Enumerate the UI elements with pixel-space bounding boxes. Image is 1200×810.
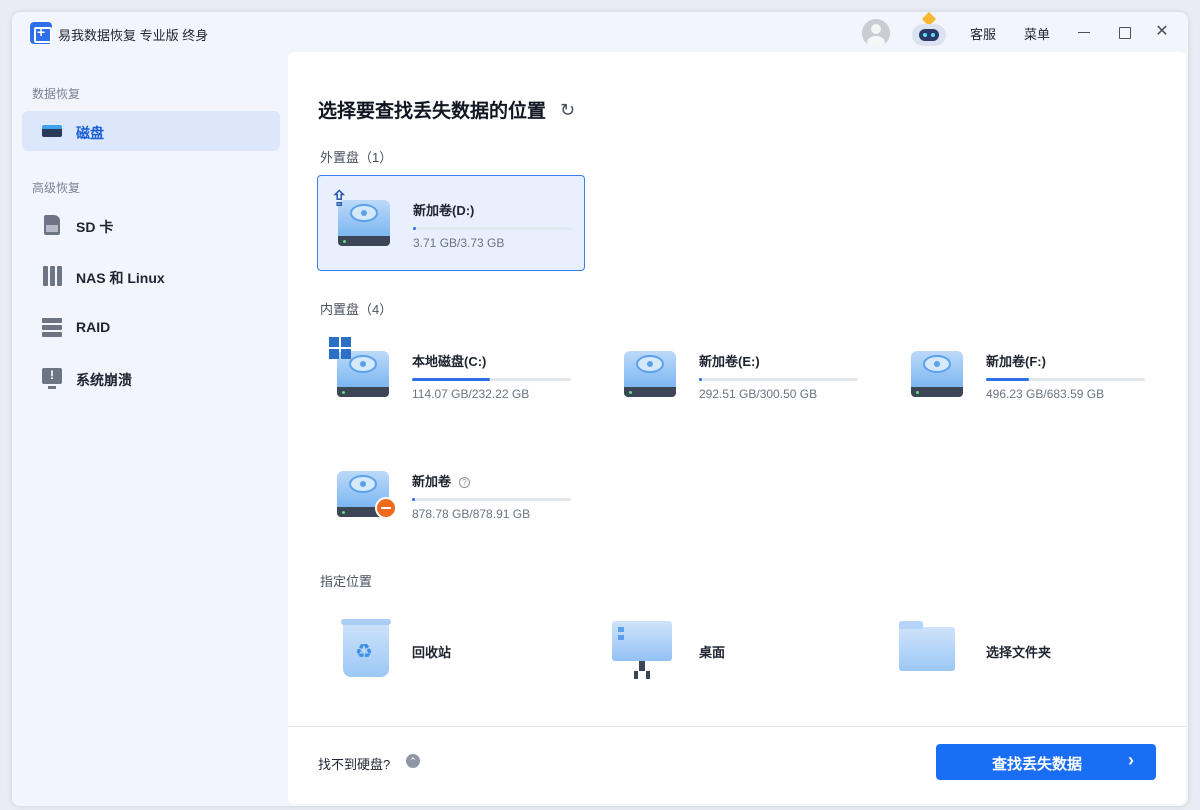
drive-card-f[interactable]: 新加卷(F:) 496.23 GB/683.59 GB (891, 327, 1159, 423)
internal-drives-label: 内置盘（4） (320, 302, 393, 317)
drive-card-e[interactable]: 新加卷(E:) 292.51 GB/300.50 GB (604, 327, 872, 423)
drive-usage-bar (412, 378, 571, 381)
drive-name: 新加卷(D:) (413, 203, 475, 218)
chevron-up-icon[interactable]: ⌃ (406, 754, 420, 768)
usb-icon: ⇪ (330, 186, 349, 211)
sidebar-item-label: 系统崩溃 (76, 372, 132, 388)
menu-link[interactable]: 菜单 (1024, 24, 1050, 43)
drive-card-d[interactable]: ⇪ 新加卷(D:) 3.71 GB/3.73 GB (317, 175, 585, 271)
drive-name: 本地磁盘(C:) (412, 354, 487, 369)
chevron-right-icon: › (1128, 750, 1134, 770)
sidebar-item-label: RAID (76, 319, 111, 335)
sidebar-item-sd-card[interactable]: SD 卡 (22, 205, 280, 245)
hard-drive-icon (911, 351, 963, 397)
drive-name: 新加卷(F:) (986, 354, 1046, 369)
drive-size: 496.23 GB/683.59 GB (986, 387, 1105, 401)
sidebar-item-label: 磁盘 (76, 125, 104, 141)
hard-drive-icon (624, 351, 676, 397)
drive-usage-bar (413, 227, 572, 230)
location-name: 桌面 (699, 645, 726, 660)
drive-size: 114.07 GB/232.22 GB (412, 387, 530, 401)
specified-location-label: 指定位置 (320, 574, 373, 589)
user-avatar[interactable] (862, 19, 890, 47)
scan-button-label: 查找丢失数据 (992, 756, 1083, 773)
system-crash-icon (42, 368, 62, 389)
close-button[interactable]: ✕ (1150, 20, 1174, 44)
desktop-icon (612, 621, 672, 671)
folder-icon (899, 621, 955, 671)
drive-card-c[interactable]: 本地磁盘(C:) 114.07 GB/232.22 GB (317, 327, 585, 423)
main-panel: 选择要查找丢失数据的位置 ↻ 外置盘（1） ⇪ 新加卷(D:) 3.71 GB/… (288, 52, 1186, 804)
sidebar-item-label: NAS 和 Linux (76, 270, 165, 286)
external-drives-label: 外置盘（1） (320, 150, 393, 165)
sidebar-item-system-crash[interactable]: 系统崩溃 (22, 358, 280, 398)
drive-usage-bar (699, 378, 858, 381)
page-title: 选择要查找丢失数据的位置 (318, 101, 547, 122)
sidebar-item-disk[interactable]: 磁盘 (22, 111, 280, 151)
drive-usage-bar (986, 378, 1145, 381)
drive-name: 新加卷(E:) (699, 354, 760, 369)
drive-size: 3.71 GB/3.73 GB (413, 236, 505, 250)
location-desktop[interactable]: 桌面 (604, 615, 872, 685)
scan-lost-data-button[interactable]: 查找丢失数据 › (936, 744, 1156, 780)
minimize-button[interactable] (1072, 20, 1096, 44)
app-window: 易我数据恢复 专业版 终身 客服 菜单 ✕ 数据恢复 磁盘 高级恢复 SD 卡 (12, 12, 1188, 806)
drive-name: 新加卷? (412, 471, 471, 490)
sidebar: 数据恢复 磁盘 高级恢复 SD 卡 NAS 和 Linux RAID 系统崩溃 (12, 52, 288, 806)
help-icon[interactable]: ? (459, 477, 471, 488)
raid-icon (42, 317, 62, 337)
maximize-button[interactable] (1112, 20, 1136, 44)
sd-card-icon (44, 215, 60, 235)
location-name: 选择文件夹 (986, 645, 1052, 660)
support-link[interactable]: 客服 (970, 24, 996, 43)
disk-icon (42, 125, 62, 137)
sidebar-item-raid[interactable]: RAID (22, 307, 280, 347)
drive-size: 878.78 GB/878.91 GB (412, 507, 531, 521)
refresh-icon[interactable]: ↻ (560, 100, 575, 121)
windows-icon (329, 337, 353, 361)
location-name: 回收站 (412, 645, 452, 660)
error-minus-icon (375, 497, 397, 519)
app-logo-icon (30, 22, 52, 44)
nas-icon (42, 266, 62, 286)
sidebar-item-label: SD 卡 (76, 219, 114, 235)
assistant-robot-icon[interactable] (906, 12, 952, 48)
footer-bar: 找不到硬盘? ⌃ 查找丢失数据 › (288, 726, 1186, 804)
location-choose-folder[interactable]: 选择文件夹 (891, 615, 1159, 685)
no-disk-found-text[interactable]: 找不到硬盘? (318, 754, 390, 773)
sidebar-section-data-recovery: 数据恢复 (32, 87, 81, 101)
app-title: 易我数据恢复 专业版 终身 (58, 28, 209, 43)
sidebar-section-advanced: 高级恢复 (32, 181, 81, 195)
sidebar-item-nas-linux[interactable]: NAS 和 Linux (22, 256, 280, 296)
drive-usage-bar (412, 498, 571, 501)
location-recycle-bin[interactable]: ♻ 回收站 (317, 615, 585, 685)
drive-card-unlabeled[interactable]: 新加卷? 878.78 GB/878.91 GB (317, 447, 585, 543)
recycle-bin-icon: ♻ (341, 619, 391, 677)
drive-size: 292.51 GB/300.50 GB (699, 387, 818, 401)
title-bar: 易我数据恢复 专业版 终身 客服 菜单 ✕ (12, 12, 1188, 52)
